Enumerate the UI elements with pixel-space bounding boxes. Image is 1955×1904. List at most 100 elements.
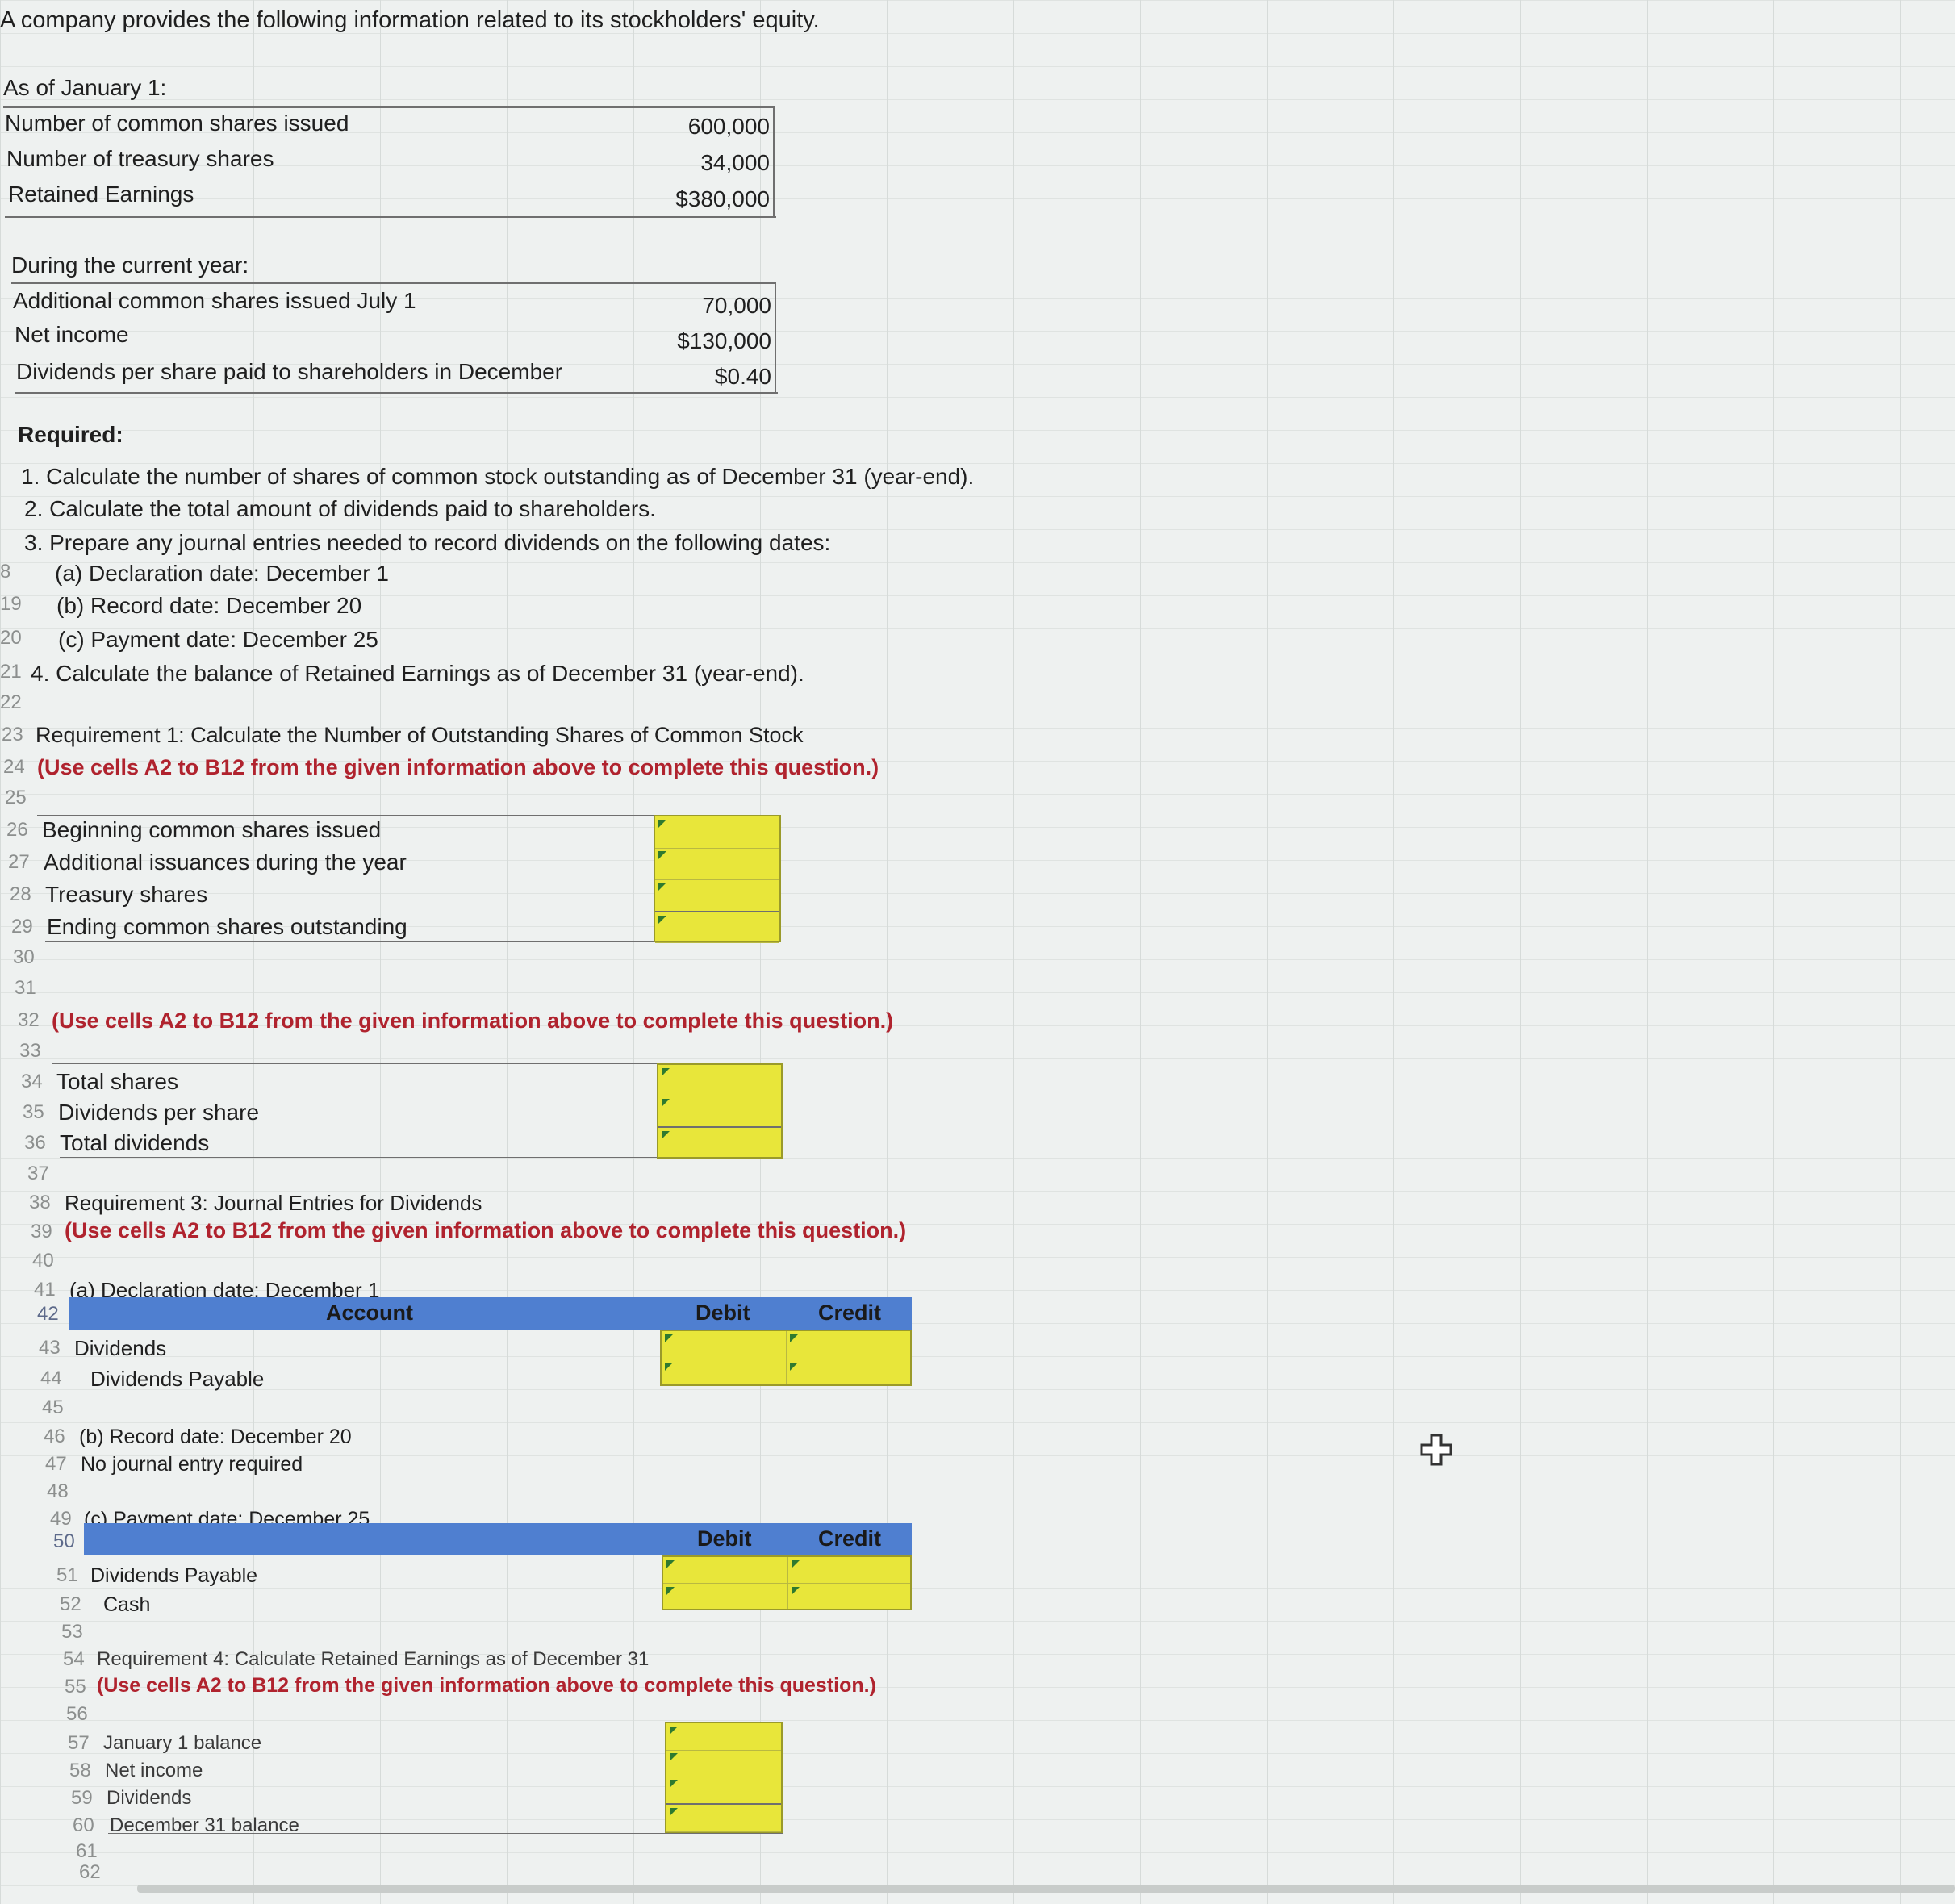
row-number: 60: [73, 1814, 94, 1836]
payment-row-0: Dividends Payable: [90, 1564, 258, 1587]
year-value-1[interactable]: $130,000: [645, 328, 771, 355]
req4-input-jan1[interactable]: [666, 1723, 781, 1751]
payment-credit-cash[interactable]: [788, 1584, 910, 1609]
req4-note: (Use cells A2 to B12 from the given info…: [97, 1674, 876, 1697]
required-item-4: 4. Calculate the balance of Retained Ear…: [31, 661, 804, 686]
intro-text: A company provides the following informa…: [0, 7, 820, 33]
req1-row-3: Ending common shares outstanding: [47, 914, 407, 939]
row-number: 19: [0, 593, 22, 615]
declaration-row-1: Dividends Payable: [90, 1367, 265, 1391]
req1-input-ending[interactable]: [655, 911, 779, 943]
req1-row-1: Additional issuances during the year: [44, 850, 407, 875]
req4-row-1: Net income: [105, 1760, 203, 1781]
row-number: 31: [15, 977, 36, 999]
row-number: 29: [11, 916, 33, 937]
declaration-debit-dividends[interactable]: [662, 1331, 787, 1359]
declaration-row-0: Dividends: [74, 1336, 167, 1360]
formula-indicator-icon: [790, 1363, 798, 1371]
req1-input-beginning[interactable]: [655, 816, 779, 849]
row-number: 50: [53, 1530, 75, 1552]
payment-debit-payable[interactable]: [663, 1557, 788, 1584]
spreadsheet-grid: [0, 0, 1955, 1904]
req1-input-additional[interactable]: [655, 848, 779, 880]
table-border: [108, 1833, 783, 1834]
record-label: (b) Record date: December 20: [79, 1426, 352, 1448]
req1-note: (Use cells A2 to B12 from the given info…: [37, 755, 879, 779]
formula-indicator-icon: [658, 820, 666, 828]
year-value-0[interactable]: 70,000: [645, 292, 771, 319]
req2-row-1: Dividends per share: [58, 1100, 260, 1125]
row-number: 52: [60, 1593, 81, 1615]
row-number: 32: [18, 1009, 40, 1031]
req2-row-0: Total shares: [56, 1069, 178, 1094]
req4-input-dividends[interactable]: [666, 1777, 781, 1804]
req2-input-dividends-per-share[interactable]: [658, 1096, 781, 1127]
formula-indicator-icon: [670, 1780, 678, 1788]
row-number: 27: [8, 851, 30, 873]
row-number: 39: [31, 1221, 52, 1242]
req1-input-treasury[interactable]: [655, 879, 779, 912]
req2-input-total-dividends[interactable]: [658, 1126, 781, 1159]
table-border: [773, 106, 775, 218]
header-account: Account: [326, 1301, 413, 1325]
row-number: 56: [66, 1703, 88, 1725]
formula-indicator-icon: [658, 916, 666, 924]
row-number: 30: [13, 946, 35, 968]
declaration-header: Account Debit Credit: [69, 1297, 912, 1330]
jan1-value-0[interactable]: 600,000: [645, 113, 770, 140]
header-credit: Credit: [818, 1526, 882, 1551]
formula-indicator-icon: [792, 1560, 800, 1568]
payment-row-1: Cash: [103, 1593, 151, 1616]
row-number: 38: [29, 1192, 51, 1213]
payment-credit-payable[interactable]: [788, 1557, 910, 1584]
row-number: 54: [63, 1648, 85, 1670]
row-number: 48: [47, 1480, 69, 1502]
req4-input-net-income[interactable]: [666, 1750, 781, 1777]
row-number: 20: [0, 627, 22, 649]
row-number: 26: [6, 819, 28, 841]
req2-input-total-shares[interactable]: [658, 1065, 781, 1096]
row-number: 22: [0, 691, 22, 713]
required-item-2: 2. Calculate the total amount of dividen…: [24, 496, 656, 521]
formula-indicator-icon: [665, 1363, 673, 1371]
formula-indicator-icon: [670, 1808, 678, 1816]
row-number: 33: [19, 1040, 41, 1062]
req4-input-dec31[interactable]: [666, 1803, 781, 1832]
year-heading: During the current year:: [11, 253, 249, 278]
row-number: 41: [34, 1279, 56, 1301]
row-number: 40: [32, 1250, 54, 1271]
formula-indicator-icon: [792, 1587, 800, 1595]
declaration-credit-payable[interactable]: [787, 1359, 910, 1384]
record-note: No journal entry required: [81, 1453, 303, 1476]
row-number: 28: [10, 883, 31, 905]
header-debit: Debit: [696, 1301, 750, 1325]
header-credit: Credit: [818, 1301, 882, 1325]
payment-debit-cash[interactable]: [663, 1584, 788, 1609]
required-heading: Required:: [18, 422, 123, 447]
formula-indicator-icon: [658, 883, 666, 891]
formula-indicator-icon: [662, 1131, 670, 1139]
req1-row-0: Beginning common shares issued: [42, 817, 382, 842]
req2-input-block: [657, 1063, 783, 1159]
jan1-value-2[interactable]: $380,000: [645, 186, 770, 213]
payment-input-block: [662, 1555, 912, 1610]
jan1-label-0: Number of common shares issued: [5, 111, 349, 136]
formula-indicator-icon: [666, 1560, 675, 1568]
table-border: [11, 282, 776, 284]
row-number: 58: [69, 1760, 91, 1781]
year-label-0: Additional common shares issued July 1: [13, 288, 416, 313]
year-value-2[interactable]: $0.40: [645, 363, 771, 390]
row-number: 23: [2, 724, 23, 745]
row-number: 62: [79, 1861, 101, 1883]
declaration-debit-payable[interactable]: [662, 1359, 787, 1384]
req1-row-2: Treasury shares: [45, 882, 208, 907]
year-label-2: Dividends per share paid to shareholders…: [16, 359, 563, 384]
declaration-credit-dividends[interactable]: [787, 1331, 910, 1359]
req4-row-2: Dividends: [107, 1787, 192, 1809]
jan1-value-1[interactable]: 34,000: [645, 149, 770, 177]
row-number: 55: [65, 1676, 86, 1697]
row-number: 34: [21, 1071, 43, 1092]
horizontal-scrollbar[interactable]: [137, 1885, 1955, 1893]
req3-title: Requirement 3: Journal Entries for Divid…: [65, 1191, 482, 1215]
jan1-heading: As of January 1:: [3, 75, 167, 100]
